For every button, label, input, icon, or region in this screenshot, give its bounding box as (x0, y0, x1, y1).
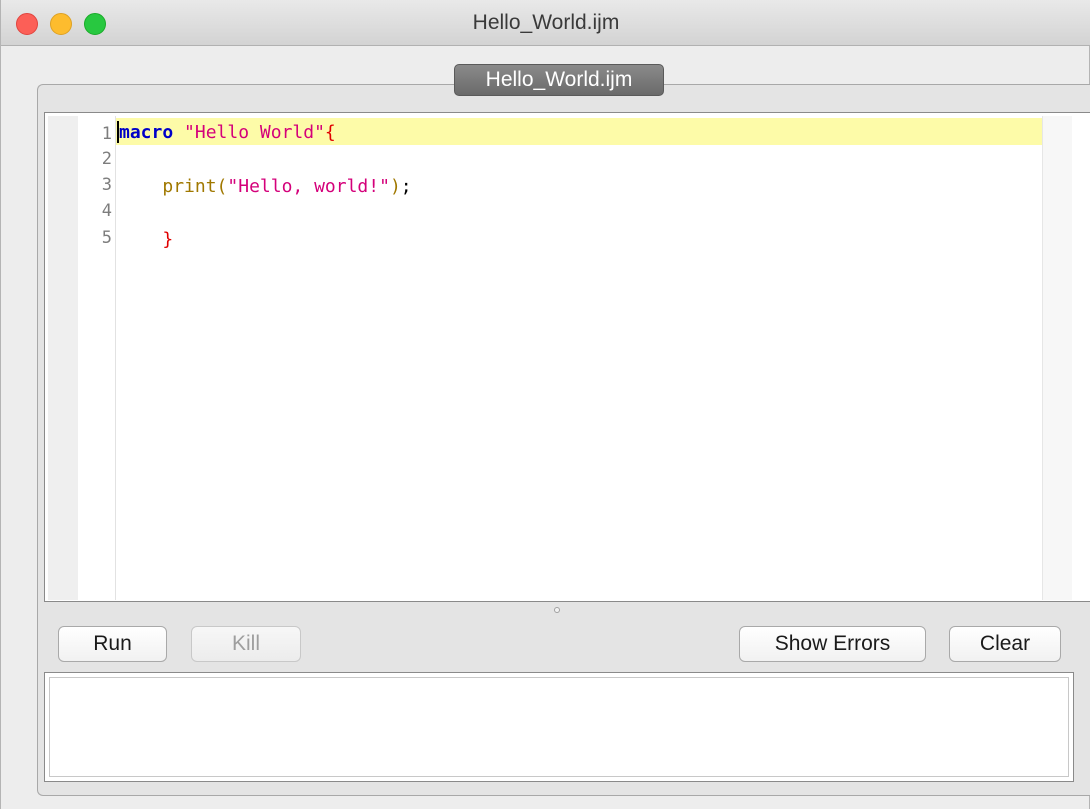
code-line[interactable]: macro "Hello World"{ (119, 122, 336, 144)
tab-hello-world[interactable]: Hello_World.ijm (454, 64, 664, 96)
code-function: print( (162, 176, 228, 197)
code-line[interactable]: } (119, 229, 173, 251)
output-text-area[interactable] (49, 677, 1069, 777)
run-button[interactable]: Run (58, 626, 167, 662)
kill-button[interactable]: Kill (191, 626, 301, 662)
code-brace: } (162, 229, 174, 250)
clear-button[interactable]: Clear (949, 626, 1061, 662)
code-function: ) (389, 176, 401, 197)
line-number: 5 (101, 228, 112, 248)
editor-scroll-strip[interactable] (1042, 116, 1072, 600)
code-string: "Hello World" (184, 122, 325, 143)
split-pane-handle[interactable] (554, 607, 560, 613)
code-string: "Hello, world!" (227, 176, 390, 197)
code-brace: { (324, 122, 336, 143)
line-number: 2 (101, 149, 112, 169)
text-caret (117, 121, 119, 143)
window-title: Hello_World.ijm (472, 11, 620, 34)
output-panel[interactable] (44, 672, 1074, 782)
code-line[interactable]: print("Hello, world!"); (119, 176, 412, 198)
editor-window: Hello_World.ijm Hello_World.ijm 1 2 3 4 … (0, 0, 1090, 809)
code-keyword: macro (119, 122, 174, 143)
line-number: 3 (101, 175, 112, 195)
line-number: 1 (101, 124, 112, 144)
show-errors-button[interactable]: Show Errors (739, 626, 926, 662)
title-bar[interactable]: Hello_World.ijm (1, 0, 1090, 46)
code-text: ; (400, 176, 412, 197)
fold-gutter (48, 116, 78, 600)
line-number: 4 (101, 201, 112, 221)
